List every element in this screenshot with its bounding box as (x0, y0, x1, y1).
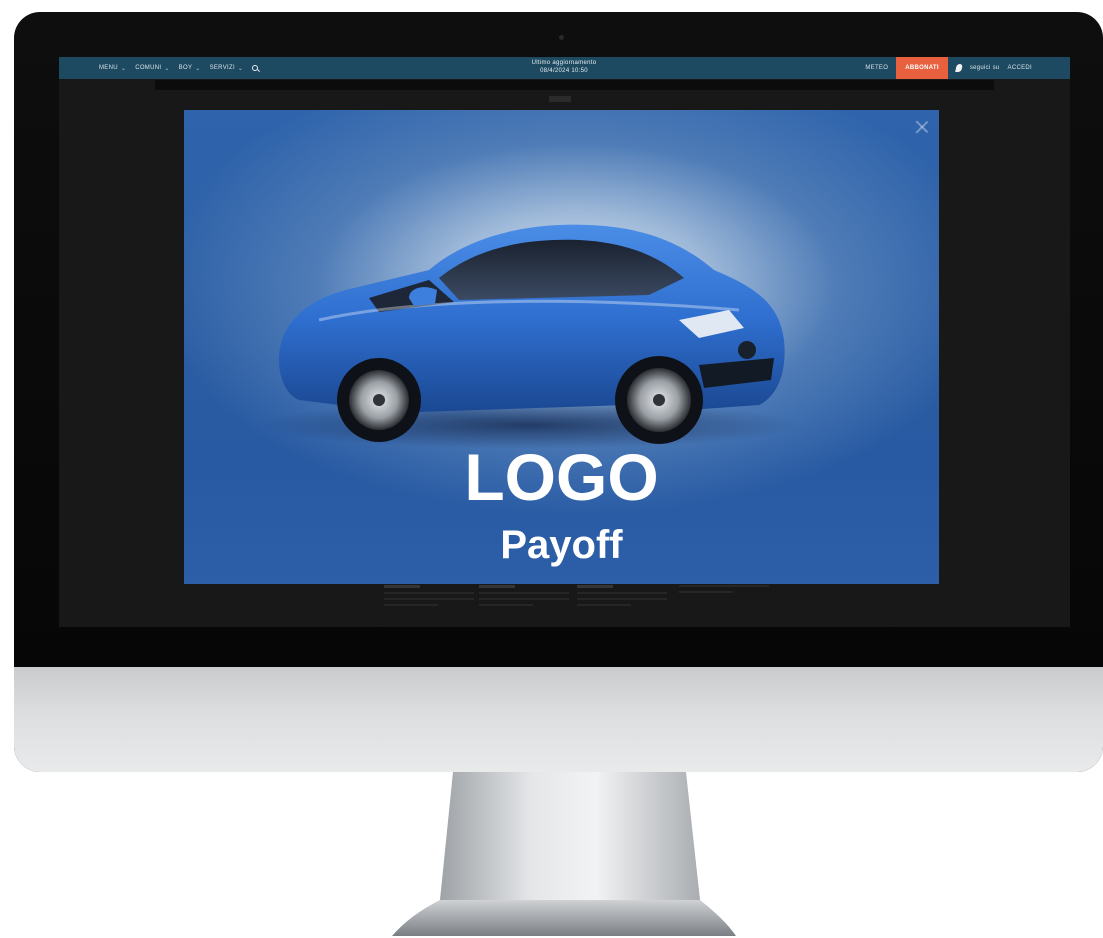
banner-logo: LOGO (464, 440, 659, 514)
chevron-down-icon: ⌄ (195, 65, 201, 72)
monitor-chin (14, 667, 1103, 772)
footer-line (577, 585, 613, 588)
footer-line (479, 598, 569, 600)
footer-column (384, 585, 474, 625)
top-navigation: MENU ⌄ COMUNI ⌄ BOY ⌄ SERVIZI ⌄ Ultimo a… (59, 57, 1070, 79)
monitor-bezel: MENU ⌄ COMUNI ⌄ BOY ⌄ SERVIZI ⌄ Ultimo a… (14, 12, 1103, 772)
footer-line (679, 591, 733, 593)
footer-line (577, 598, 667, 600)
nav-item-label: MENU (99, 65, 118, 71)
accedi-link[interactable]: ACCEDI (1008, 65, 1032, 71)
nav-item-servizi[interactable]: SERVIZI ⌄ (210, 65, 244, 72)
footer-line (479, 585, 515, 588)
footer-column (577, 585, 667, 625)
secondary-bar (155, 80, 994, 90)
close-icon[interactable] (914, 119, 930, 135)
secondary-bar-button (549, 96, 571, 102)
nav-item-menu[interactable]: MENU ⌄ (99, 65, 126, 72)
webcam (559, 35, 564, 40)
seguici-label: seguici su (969, 65, 1000, 71)
stand-neck (440, 772, 700, 900)
footer-line (384, 592, 474, 594)
footer-line (384, 598, 474, 600)
meteo-link[interactable]: METEO (865, 65, 888, 71)
nav-item-boy[interactable]: BOY ⌄ (179, 65, 201, 72)
chevron-down-icon: ⌄ (237, 65, 244, 72)
last-update: Ultimo aggiornamento 08/4/2024 10:50 (489, 59, 639, 75)
footer-line (384, 604, 438, 606)
car-emblem (738, 341, 756, 359)
footer-line (384, 585, 420, 588)
footer-line (479, 592, 569, 594)
screen: MENU ⌄ COMUNI ⌄ BOY ⌄ SERVIZI ⌄ Ultimo a… (59, 57, 1070, 627)
last-update-label: Ultimo aggiornamento (531, 60, 597, 66)
nav-actions: METEO ABBONATI seguici su ACCEDI (865, 57, 1032, 79)
nav-item-label: SERVIZI (209, 65, 235, 71)
car-illustration (259, 224, 799, 449)
nav-item-label: BOY (178, 65, 193, 71)
footer-column (479, 585, 569, 625)
stand-base (392, 900, 736, 936)
popup-banner[interactable]: LOGO Payoff (184, 110, 939, 584)
nav-item-label: COMUNI (135, 65, 162, 71)
abbonati-button[interactable]: ABBONATI (896, 57, 948, 79)
chevron-down-icon: ⌄ (120, 65, 127, 72)
social-icon[interactable] (954, 64, 963, 72)
nav-item-comuni[interactable]: COMUNI ⌄ (135, 65, 169, 72)
footer-line (577, 592, 667, 594)
footer-column (679, 585, 769, 625)
last-update-time: 08/4/2024 10:50 (540, 68, 588, 74)
footer-line (679, 585, 769, 587)
search-icon[interactable] (252, 64, 259, 72)
nav-menu-group: MENU ⌄ COMUNI ⌄ BOY ⌄ SERVIZI ⌄ (99, 57, 259, 79)
chevron-down-icon: ⌄ (164, 65, 170, 72)
banner-payoff: Payoff (500, 523, 623, 567)
footer-line (577, 604, 631, 606)
footer-line (479, 604, 533, 606)
